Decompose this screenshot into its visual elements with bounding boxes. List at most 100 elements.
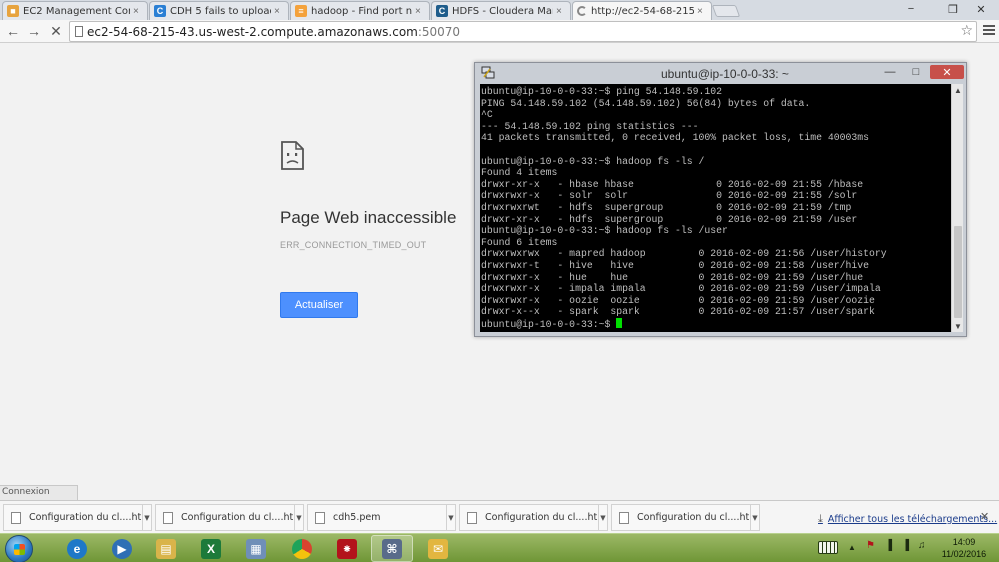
download-shelf: Configuration du cl....html ▼ Configurat… [0,500,999,533]
tab-ec2-console[interactable]: ■ EC2 Management Console × [2,1,148,20]
internet-explorer-icon: e [67,538,87,559]
bookmark-star-icon[interactable]: ☆ [960,22,973,39]
tab-ec2-host-active[interactable]: http://ec2-54-68-215-43.us × [572,1,712,20]
terminal-line: ubuntu@ip-10-0-0-33:~$ hadoop fs -ls /us… [481,225,728,237]
download-item[interactable]: cdh5.pem ▼ [307,504,456,531]
back-button[interactable]: ← [4,22,22,40]
putty-titlebar[interactable]: ubuntu@ip-10-0-0-33: ~ — □ ✕ [475,63,966,84]
putty-close-button[interactable]: ✕ [930,65,964,79]
download-filename: cdh5.pem [333,512,381,523]
volume-icon[interactable]: ♫ [918,540,926,551]
download-menu-caret-icon[interactable]: ▼ [142,505,151,530]
clock-date: 11/02/2016 [941,549,987,559]
terminal-line: drwxr-x--x - spark spark 0 2016-02-09 21… [481,306,875,318]
taskbar-chrome[interactable] [281,535,323,562]
forward-button[interactable]: → [25,22,43,40]
download-filename: Configuration du cl....html [485,512,598,523]
taskbar-acrobat[interactable]: ⁕ [326,535,368,562]
pem-file-icon [315,511,325,524]
putty-maximize-button[interactable]: □ [906,65,926,79]
tab-hdfs-cloudera[interactable]: C HDFS - Cloudera Manager × [431,1,571,20]
terminal-output: ubuntu@ip-10-0-0-33:~$ ping 54.148.59.10… [480,84,951,330]
taskbar-putty[interactable]: ⌘ [371,535,413,562]
tray-overflow-icon[interactable]: ▲ [848,543,856,552]
download-menu-caret-icon[interactable]: ▼ [598,505,607,530]
tab-title: HDFS - Cloudera Manager [452,5,553,17]
url-host: ec2-54-68-215-43.us-west-2.compute.amazo… [87,25,418,39]
terminal-line: drwxrwxr-x - oozie oozie 0 2016-02-09 21… [481,294,875,306]
putty-window[interactable]: ubuntu@ip-10-0-0-33: ~ — □ ✕ ubuntu@ip-1… [474,62,967,337]
show-all-downloads-link[interactable]: ⤓ Afficher tous les téléchargements... [818,512,997,526]
terminal-line: Found 4 items [481,167,558,179]
taskbar-internet-explorer[interactable]: e [56,535,98,562]
address-bar[interactable]: ec2-54-68-215-43.us-west-2.compute.amazo… [69,21,977,42]
stackoverflow-favicon-icon: ≡ [295,5,307,17]
new-tab-button[interactable] [711,5,741,17]
download-menu-caret-icon[interactable]: ▼ [446,505,455,530]
terminal-line: drwxr-xr-x - hbase hbase 0 2016-02-09 21… [481,178,864,190]
tab-title: CDH 5 fails to upload Oozie [170,5,271,17]
tab-close-icon[interactable]: × [697,6,707,17]
taskbar-mail[interactable]: ✉ [417,535,459,562]
scrollbar-thumb[interactable] [954,226,962,318]
html-file-icon [163,511,173,524]
taskbar-excel[interactable]: X [190,535,232,562]
scroll-up-arrow-icon[interactable]: ▲ [952,84,964,96]
putty-app-icon [481,66,495,79]
download-shelf-close-icon[interactable]: ✕ [980,510,989,523]
terminal[interactable]: ubuntu@ip-10-0-0-33:~$ ping 54.148.59.10… [480,84,951,332]
tab-title: hadoop - Find port number [311,5,412,17]
terminal-line: drwxrwxr-t - hive hive 0 2016-02-09 21:5… [481,259,870,271]
terminal-scrollbar[interactable]: ▲ ▼ [951,84,963,332]
terminal-line: --- 54.148.59.102 ping statistics --- [481,120,699,132]
download-item[interactable]: Configuration du cl....html ▼ [3,504,152,531]
screen: ■ EC2 Management Console × C CDH 5 fails… [0,0,999,562]
putty-icon: ⌘ [382,538,402,559]
terminal-line: drwxrwxrwx - mapred hadoop 0 2016-02-09 … [481,248,887,260]
chrome-icon [292,538,312,559]
taskbar-database[interactable]: ▦ [235,535,277,562]
terminal-line: PING 54.148.59.102 (54.148.59.102) 56(84… [481,97,811,109]
action-center-flag-icon[interactable]: ⚑ [866,540,875,551]
terminal-line: drwxrwxr-x - hue hue 0 2016-02-09 21:59 … [481,271,864,283]
download-filename: Configuration du cl....html [181,512,294,523]
taskbar-media-player[interactable]: ▶ [101,535,143,562]
window-minimize-button[interactable]: − [898,0,924,18]
stop-loading-button[interactable]: ✕ [47,22,65,40]
tab-close-icon[interactable]: × [274,6,284,17]
terminal-line: drwxrwxrwt - hdfs supergroup 0 2016-02-0… [481,201,852,213]
window-close-button[interactable]: ✕ [966,0,996,18]
tab-cdh5-oozie[interactable]: C CDH 5 fails to upload Oozie × [149,1,289,20]
chrome-menu-icon[interactable] [983,25,995,37]
start-button[interactable] [5,535,33,562]
folder-icon: ▤ [156,538,176,559]
taskbar-file-explorer[interactable]: ▤ [145,535,187,562]
keyboard-layout-icon[interactable] [818,541,838,554]
network-icon[interactable]: ▐ [902,540,909,551]
putty-minimize-button[interactable]: — [880,65,900,79]
download-menu-caret-icon[interactable]: ▼ [750,505,759,530]
clock-time: 14:09 [952,537,976,547]
scroll-down-arrow-icon[interactable]: ▼ [952,320,964,332]
terminal-line: Found 6 items [481,236,558,248]
tab-close-icon[interactable]: × [415,6,425,17]
tab-hadoop-port[interactable]: ≡ hadoop - Find port number × [290,1,430,20]
tab-title: EC2 Management Console [23,5,130,17]
download-item[interactable]: Configuration du cl....html ▼ [611,504,760,531]
download-filename: Configuration du cl....html [637,512,750,523]
error-title: Page Web inaccessible [280,208,457,227]
tab-close-icon[interactable]: × [133,6,143,17]
taskbar-clock[interactable]: 14:09 11/02/2016 [934,536,994,560]
reload-button[interactable]: Actualiser [280,292,358,318]
tab-close-icon[interactable]: × [556,6,566,17]
loading-spinner-icon [577,6,587,16]
tray-app-icon[interactable]: ▐ [885,540,892,551]
cloudera-favicon-icon: C [154,5,166,17]
html-file-icon [467,511,477,524]
download-item[interactable]: Configuration du cl....html ▼ [155,504,304,531]
download-menu-caret-icon[interactable]: ▼ [294,505,303,530]
address-url: ec2-54-68-215-43.us-west-2.compute.amazo… [87,25,460,39]
download-item[interactable]: Configuration du cl....html ▼ [459,504,608,531]
tab-strip: ■ EC2 Management Console × C CDH 5 fails… [0,0,999,20]
window-restore-button[interactable]: ❒ [940,0,966,18]
